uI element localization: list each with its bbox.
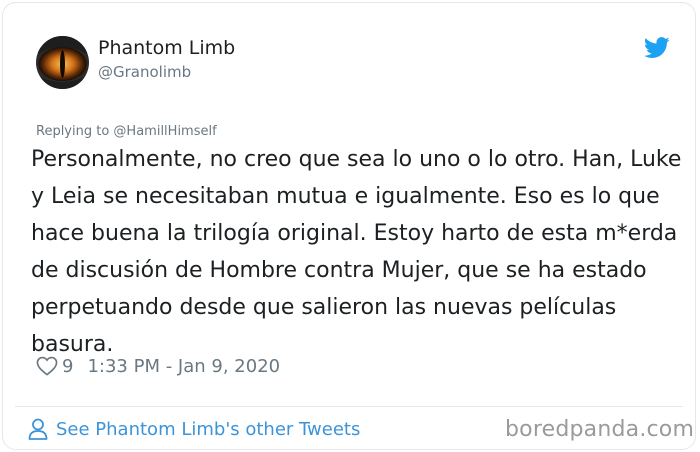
watermark: boredpanda.com [505,417,695,442]
person-icon [28,418,48,440]
twitter-bird-icon[interactable] [644,37,670,59]
like-count: 9 [62,355,74,377]
see-more-label[interactable]: See Phantom Limb's other Tweets [56,419,360,440]
divider [15,406,683,407]
avatar[interactable] [36,36,89,89]
see-more-tweets-link[interactable]: See Phantom Limb's other Tweets [28,418,360,440]
avatar-image [36,36,89,89]
tweet-card: Phantom Limb @Granolimb Replying to @Ham… [2,2,696,450]
tweet-meta: 9 1:33 PM - Jan 9, 2020 [36,353,280,379]
replying-to[interactable]: Replying to @HamillHimself [36,124,217,139]
tweet-timestamp[interactable]: 1:33 PM - Jan 9, 2020 [87,356,280,377]
heart-icon[interactable] [36,356,58,376]
author-name[interactable]: Phantom Limb [98,37,235,59]
tweet-text: Personalmente, no creo que sea lo uno o … [31,147,682,357]
author-handle[interactable]: @Granolimb [98,63,191,81]
